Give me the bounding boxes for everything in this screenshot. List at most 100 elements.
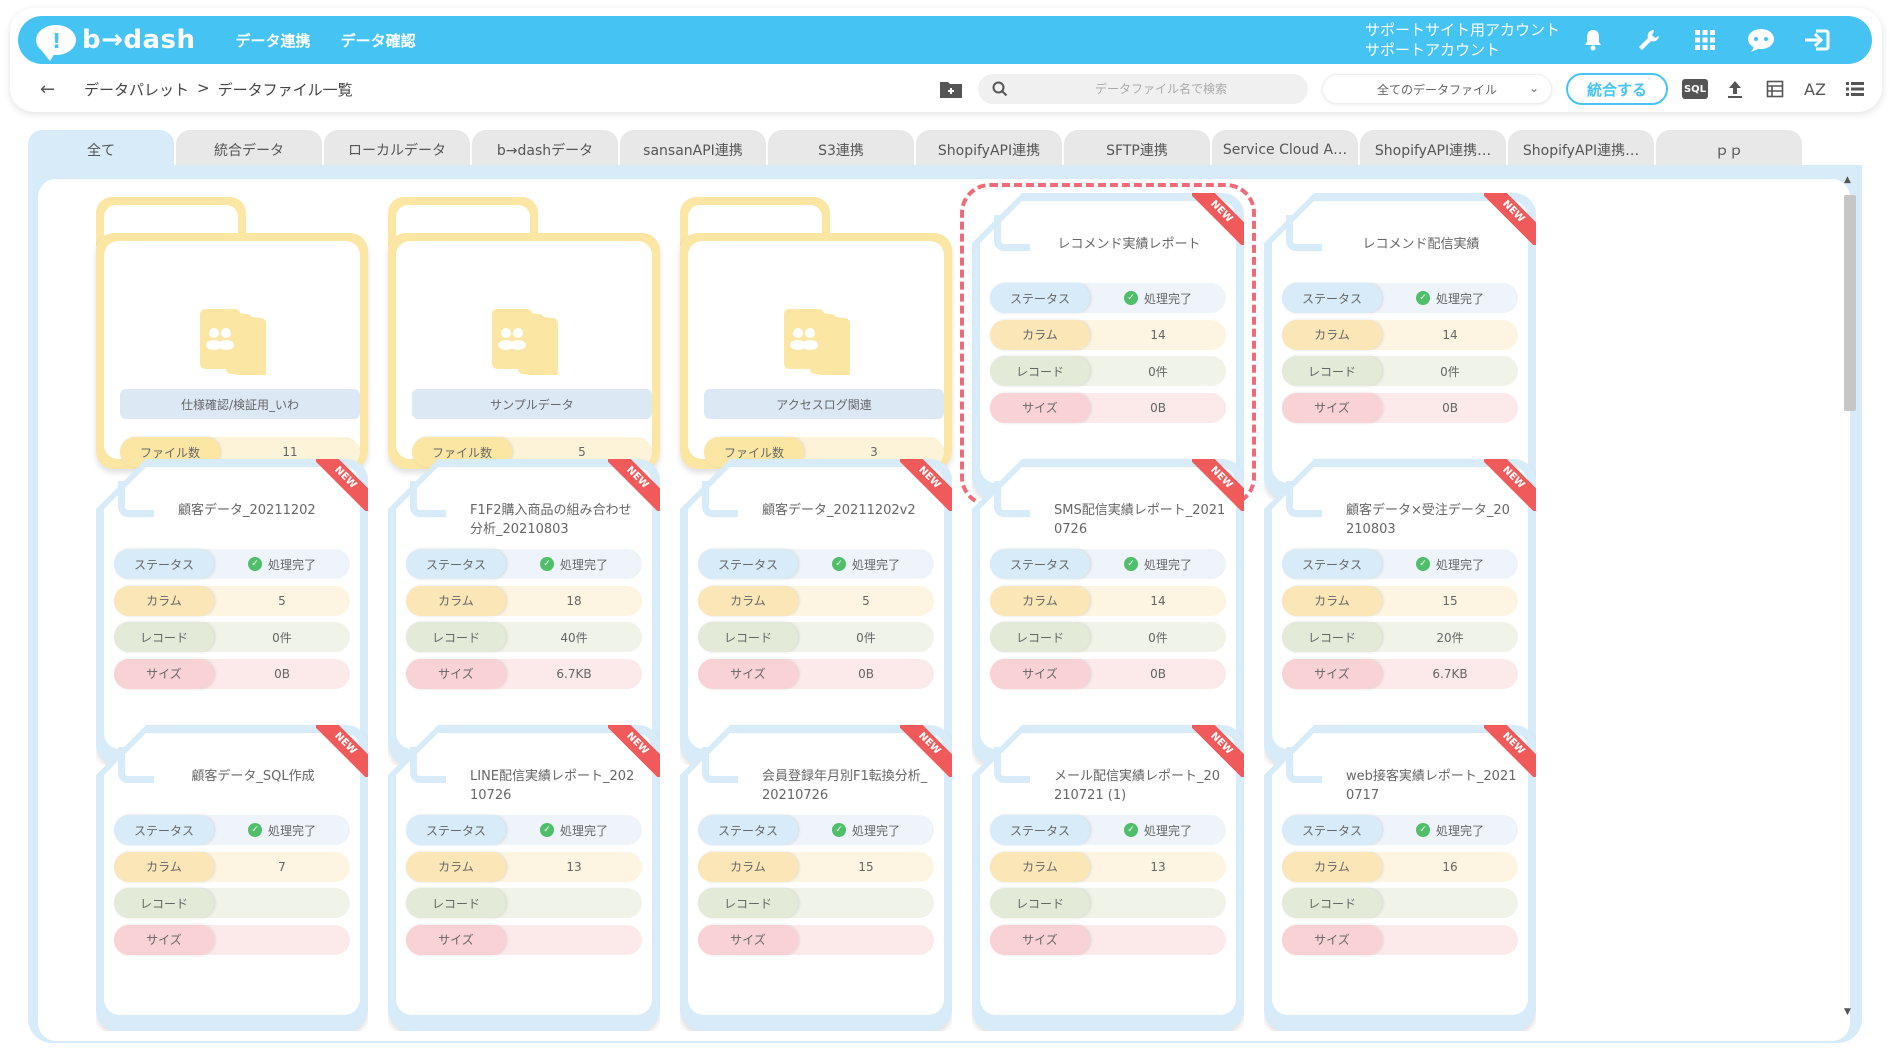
status-value: ✓ 処理完了: [1090, 556, 1226, 573]
record-value: 0件: [272, 630, 292, 645]
scroll-thumb[interactable]: [1844, 195, 1856, 411]
column-row: カラム 15: [1282, 585, 1518, 616]
column-label: カラム: [1282, 585, 1382, 616]
list-view-icon[interactable]: [1842, 76, 1868, 102]
tab-pp[interactable]: ｐｐ: [1656, 130, 1802, 170]
nav-data-check[interactable]: データ確認: [341, 30, 416, 51]
tab-service-cloud[interactable]: Service Cloud A…: [1212, 130, 1358, 170]
folder-card[interactable]: 仕様確認/検証用_いわ ファイル数 11: [96, 197, 368, 469]
search-input[interactable]: [1026, 82, 1296, 96]
file-card[interactable]: NEW SMS配信実績レポート_20210726 ステータス ✓ 処理完了 カラム 14 レコ…: [972, 459, 1244, 765]
check-circle-icon: ✓: [1415, 823, 1430, 837]
record-row: レコード: [990, 888, 1226, 918]
status-row: ステータス ✓ 処理完了: [114, 815, 350, 845]
column-row: カラム 5: [698, 585, 934, 616]
column-row: カラム 14: [1282, 319, 1518, 350]
check-circle-icon: ✓: [1123, 557, 1138, 571]
tab-shopify-3[interactable]: ShopifyAPI連携…: [1508, 130, 1654, 170]
file-card[interactable]: NEW 顧客データ×受注データ_20210803 ステータス ✓ 処理完了 カラム 15 レコ…: [1264, 459, 1536, 765]
status-text: 処理完了: [267, 823, 316, 838]
status-text: 処理完了: [559, 557, 608, 572]
record-label: レコード: [990, 888, 1090, 918]
size-row: サイズ: [114, 924, 350, 955]
apps-grid-icon[interactable]: [1690, 25, 1720, 55]
tab-integrated[interactable]: 統合データ: [176, 130, 322, 170]
back-arrow-icon[interactable]: ←: [40, 79, 64, 100]
folder-body: 仕様確認/検証用_いわ ファイル数 11: [96, 233, 368, 469]
status-text: 処理完了: [1435, 823, 1484, 838]
logout-icon[interactable]: [1802, 25, 1832, 55]
file-card[interactable]: NEW 顧客データ_SQL作成 ステータス ✓ 処理完了 カラム 7 レコード サイズ: [96, 725, 368, 1031]
tab-shopify[interactable]: ShopifyAPI連携: [916, 130, 1062, 170]
column-value: 14: [1150, 593, 1166, 608]
folder-card[interactable]: サンプルデータ ファイル数 5: [388, 197, 660, 469]
tab-s3[interactable]: S3連携: [768, 130, 914, 170]
column-row: カラム 14: [990, 585, 1226, 616]
file-card[interactable]: NEW 会員登録年月別F1転換分析_20210726 ステータス ✓ 処理完了 カラム 15…: [680, 725, 952, 1031]
file-filter-select[interactable]: 全てのデータファイル ⌄: [1322, 74, 1552, 104]
support-chat-icon[interactable]: [1746, 25, 1776, 55]
file-card[interactable]: NEW LINE配信実績レポート_20210726 ステータス ✓ 処理完了 カラム 13 レ…: [388, 725, 660, 1031]
column-value: 13: [566, 859, 582, 874]
tab-sftp[interactable]: SFTP連携: [1064, 130, 1210, 170]
merge-button[interactable]: 統合する: [1566, 73, 1668, 105]
folder-body: サンプルデータ ファイル数 5: [388, 233, 660, 469]
table-view-icon[interactable]: [1762, 76, 1788, 102]
file-card[interactable]: NEW レコメンド実績レポート ステータス ✓ 処理完了 カラム 14 レコード 0件 サイズ 0B: [960, 183, 1256, 507]
file-card[interactable]: NEW メール配信実績レポート_20210721 (1) ステータス ✓ 処理完了 カラム…: [972, 725, 1244, 1031]
sql-icon[interactable]: SQL: [1682, 76, 1708, 102]
folder-files-icon: [196, 303, 284, 379]
add-folder-icon[interactable]: [938, 76, 964, 102]
wrench-icon[interactable]: [1634, 25, 1664, 55]
scroll-down-icon[interactable]: ▼: [1844, 1007, 1851, 1017]
status-row: ステータス ✓ 処理完了: [990, 549, 1226, 579]
sort-az-icon[interactable]: AZ: [1802, 76, 1828, 102]
size-value: 6.7KB: [556, 666, 592, 681]
status-label: ステータス: [1282, 549, 1382, 579]
scrollbar[interactable]: ▲ ▼: [1842, 175, 1856, 1017]
record-value: 0件: [856, 630, 876, 645]
record-label: レコード: [406, 622, 506, 652]
status-row: ステータス ✓ 処理完了: [1282, 549, 1518, 579]
file-card[interactable]: NEW レコメンド配信実績 ステータス ✓ 処理完了 カラム 14 レコード 0件 サイズ 0B: [1264, 193, 1536, 499]
file-card[interactable]: NEW 顧客データ_20211202v2 ステータス ✓ 処理完了 カラム 5 レコード 0件サ…: [680, 459, 952, 765]
folder-card[interactable]: アクセスログ関連 ファイル数 3: [680, 197, 952, 469]
content-panel: 仕様確認/検証用_いわ ファイル数 11 サンプルデータ ファイル数 5 アクセスログ関連フ…: [28, 165, 1862, 1043]
tab-local[interactable]: ローカルデータ: [324, 130, 470, 170]
breadcrumb-data-palette[interactable]: データパレット: [84, 79, 189, 100]
status-value: ✓ 処理完了: [506, 822, 642, 839]
column-row: カラム 16: [1282, 851, 1518, 882]
record-row: レコード: [114, 888, 350, 918]
tab-bdash[interactable]: b→dashデータ: [472, 130, 618, 170]
file-corner-icon: [410, 747, 446, 783]
record-label: レコード: [1282, 622, 1382, 652]
size-row: サイズ: [698, 924, 934, 955]
size-row: サイズ: [1282, 924, 1518, 955]
size-label: サイズ: [114, 658, 214, 689]
column-value: 5: [278, 593, 286, 608]
upload-icon[interactable]: [1722, 76, 1748, 102]
column-value: 7: [278, 859, 286, 874]
file-card[interactable]: NEW F1F2購入商品の組み合わせ分析_20210803 ステータス ✓ 処理完了 カラ…: [388, 459, 660, 765]
record-row: レコード 0件: [698, 622, 934, 652]
file-title: LINE配信実績レポート_20210726: [470, 769, 635, 803]
file-card[interactable]: NEW web接客実績レポート_20210717 ステータス ✓ 処理完了 カラム 16 レコ…: [1264, 725, 1536, 1031]
logo[interactable]: ! b→dash: [36, 25, 196, 61]
scroll-up-icon[interactable]: ▲: [1844, 175, 1851, 185]
bell-icon[interactable]: [1578, 25, 1608, 55]
check-circle-icon: ✓: [831, 823, 846, 837]
account-info[interactable]: サポートサイト用アカウント サポートアカウント: [1365, 20, 1560, 60]
record-row: レコード 40件: [406, 622, 642, 652]
tab-shopify-2[interactable]: ShopifyAPI連携…: [1360, 130, 1506, 170]
file-count-value: 5: [578, 445, 586, 459]
column-value: 15: [858, 859, 874, 874]
tab-sansan[interactable]: sansanAPI連携: [620, 130, 766, 170]
size-label: サイズ: [990, 924, 1090, 955]
tab-all[interactable]: 全て: [28, 130, 174, 170]
column-value: 5: [862, 593, 870, 608]
status-text: 処理完了: [851, 557, 900, 572]
file-card[interactable]: NEW 顧客データ_20211202 ステータス ✓ 処理完了 カラム 5 レコード 0件 サイズ…: [96, 459, 368, 765]
column-label: カラム: [114, 851, 214, 882]
status-label: ステータス: [406, 549, 506, 579]
nav-data-integration[interactable]: データ連携: [236, 30, 311, 51]
